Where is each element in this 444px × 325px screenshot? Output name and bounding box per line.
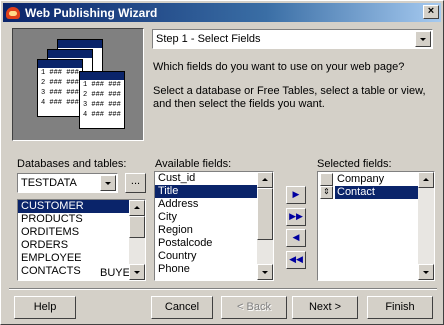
add-all-fields-button[interactable]: ▶▶ (286, 208, 306, 226)
foxpro-icon (6, 6, 20, 20)
list-item-label: Contact (335, 186, 418, 199)
selected-fields-list[interactable]: Company ⇕ Contact (317, 171, 435, 281)
help-button[interactable]: Help (14, 296, 76, 319)
illustration-row: 1 ### ### (41, 69, 79, 77)
browse-database-button[interactable]: ... (125, 173, 146, 193)
step-instructions: Select a database or Free Tables, select… (153, 85, 426, 110)
list-item[interactable]: ORDERS (18, 239, 145, 252)
chevron-down-icon[interactable] (100, 175, 116, 191)
list-item[interactable]: CUSTOMER (18, 200, 145, 213)
illustration-row: 1 ### ### (83, 81, 121, 89)
illustration-row: 3 ### ### (83, 101, 121, 109)
tables-list[interactable]: CUSTOMER PRODUCTS ORDITEMS ORDERS EMPLOY… (17, 199, 146, 281)
chevron-down-icon[interactable] (415, 31, 431, 47)
available-scrollbar[interactable] (257, 172, 273, 280)
divider (9, 288, 437, 290)
reorder-handle-icon[interactable] (320, 173, 333, 186)
finish-button[interactable]: Finish (367, 296, 433, 319)
list-item[interactable]: City (155, 211, 273, 224)
step-value: Step 1 - Select Fields (156, 33, 261, 45)
database-value: TESTDATA (21, 177, 77, 189)
remove-all-fields-button[interactable]: ◀◀ (286, 251, 306, 269)
scroll-thumb[interactable] (257, 188, 273, 240)
selected-scrollbar[interactable] (418, 172, 434, 280)
scroll-down-icon[interactable] (418, 264, 434, 280)
list-item[interactable]: Phone (155, 263, 273, 276)
add-field-button[interactable]: ▶ (286, 186, 306, 204)
list-item[interactable]: Cust_id (155, 172, 273, 185)
title-bar: Web Publishing Wizard × (3, 3, 441, 22)
scroll-up-icon[interactable] (129, 200, 145, 216)
selected-fields-label: Selected fields: (317, 158, 392, 170)
list-item[interactable]: Postalcode (155, 237, 273, 250)
scroll-down-icon[interactable] (129, 264, 145, 280)
available-fields-label: Available fields: (155, 158, 232, 170)
reorder-handle-icon[interactable]: ⇕ (320, 186, 333, 199)
step-question: Which fields do you want to use on your … (153, 61, 405, 73)
list-item[interactable]: Address (155, 198, 273, 211)
scroll-down-icon[interactable] (257, 264, 273, 280)
remove-field-button[interactable]: ◀ (286, 229, 306, 247)
list-item[interactable]: Title (155, 185, 273, 198)
wizard-illustration: 1 ### ### 2 ### ### 3 ### ### 4 ### ### … (12, 28, 144, 141)
available-fields-list[interactable]: Cust_id Title Address City Region Postal… (154, 171, 274, 281)
scroll-up-icon[interactable] (418, 172, 434, 188)
step-dropdown[interactable]: Step 1 - Select Fields (152, 29, 433, 49)
list-item-label: Company (337, 173, 385, 185)
close-button[interactable]: × (423, 5, 439, 19)
illustration-row: 2 ### ### (83, 91, 121, 99)
database-dropdown[interactable]: TESTDATA (17, 173, 118, 193)
list-item[interactable]: Company (318, 173, 434, 186)
window-title: Web Publishing Wizard (25, 5, 158, 20)
list-item[interactable]: Region (155, 224, 273, 237)
list-item[interactable]: PRODUCTS (18, 213, 145, 226)
illustration-row: 3 ### ### (41, 89, 79, 97)
scroll-thumb[interactable] (129, 216, 145, 238)
wizard-window: Web Publishing Wizard × 1 ### ### 2 ### … (0, 0, 444, 325)
back-button[interactable]: < Back (221, 296, 287, 319)
illustration-sheet: 1 ### ### 2 ### ### 3 ### ### 4 ### ### (37, 59, 83, 117)
scroll-up-icon[interactable] (257, 172, 273, 188)
list-item[interactable]: ORDITEMS (18, 226, 145, 239)
list-item[interactable]: ⇕ Contact (318, 186, 434, 199)
illustration-row: 4 ### ### (41, 99, 79, 107)
illustration-sheet: 1 ### ### 2 ### ### 3 ### ### 4 ### ### (79, 71, 125, 129)
cancel-button[interactable]: Cancel (151, 296, 213, 319)
list-item[interactable]: EMPLOYEE (18, 252, 145, 265)
databases-label: Databases and tables: (17, 158, 127, 170)
illustration-row: 2 ### ### (41, 79, 79, 87)
tables-scrollbar[interactable] (129, 200, 145, 280)
list-item[interactable]: Country (155, 250, 273, 263)
next-button[interactable]: Next > (292, 296, 358, 319)
illustration-row: 4 ### ### (83, 111, 121, 119)
